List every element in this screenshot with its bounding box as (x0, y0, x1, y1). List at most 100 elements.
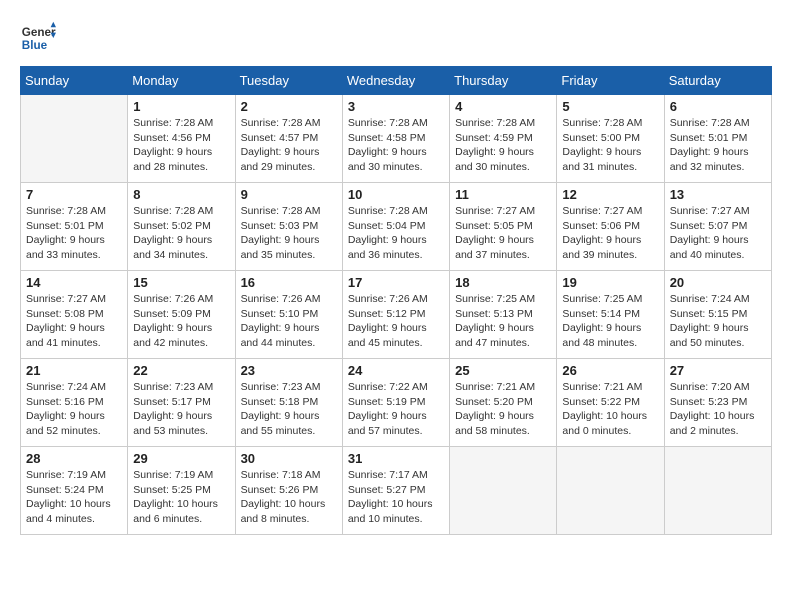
calendar-cell: 28 Sunrise: 7:19 AMSunset: 5:24 PMDayligh… (21, 447, 128, 535)
page-header: General Blue (20, 20, 772, 56)
calendar-cell: 18 Sunrise: 7:25 AMSunset: 5:13 PMDayligh… (450, 271, 557, 359)
logo: General Blue (20, 20, 56, 56)
calendar-cell: 21 Sunrise: 7:24 AMSunset: 5:16 PMDayligh… (21, 359, 128, 447)
day-info: Sunrise: 7:22 AMSunset: 5:19 PMDaylight:… (348, 380, 444, 439)
day-info: Sunrise: 7:19 AMSunset: 5:24 PMDaylight:… (26, 468, 122, 527)
day-info: Sunrise: 7:28 AMSunset: 4:58 PMDaylight:… (348, 116, 444, 175)
day-number: 2 (241, 99, 337, 114)
column-header-monday: Monday (128, 67, 235, 95)
calendar-cell: 2 Sunrise: 7:28 AMSunset: 4:57 PMDaylight… (235, 95, 342, 183)
calendar-cell: 25 Sunrise: 7:21 AMSunset: 5:20 PMDayligh… (450, 359, 557, 447)
day-number: 4 (455, 99, 551, 114)
day-number: 8 (133, 187, 229, 202)
day-info: Sunrise: 7:18 AMSunset: 5:26 PMDaylight:… (241, 468, 337, 527)
day-info: Sunrise: 7:27 AMSunset: 5:05 PMDaylight:… (455, 204, 551, 263)
day-info: Sunrise: 7:24 AMSunset: 5:15 PMDaylight:… (670, 292, 766, 351)
calendar-cell: 1 Sunrise: 7:28 AMSunset: 4:56 PMDaylight… (128, 95, 235, 183)
calendar-cell: 8 Sunrise: 7:28 AMSunset: 5:02 PMDaylight… (128, 183, 235, 271)
day-info: Sunrise: 7:28 AMSunset: 5:01 PMDaylight:… (26, 204, 122, 263)
calendar-week-1: 1 Sunrise: 7:28 AMSunset: 4:56 PMDaylight… (21, 95, 772, 183)
column-header-sunday: Sunday (21, 67, 128, 95)
day-number: 29 (133, 451, 229, 466)
column-header-wednesday: Wednesday (342, 67, 449, 95)
svg-text:Blue: Blue (22, 39, 48, 52)
calendar-cell: 7 Sunrise: 7:28 AMSunset: 5:01 PMDaylight… (21, 183, 128, 271)
day-number: 12 (562, 187, 658, 202)
day-info: Sunrise: 7:27 AMSunset: 5:08 PMDaylight:… (26, 292, 122, 351)
day-info: Sunrise: 7:28 AMSunset: 5:01 PMDaylight:… (670, 116, 766, 175)
day-number: 19 (562, 275, 658, 290)
day-number: 16 (241, 275, 337, 290)
calendar-cell: 14 Sunrise: 7:27 AMSunset: 5:08 PMDayligh… (21, 271, 128, 359)
calendar-week-5: 28 Sunrise: 7:19 AMSunset: 5:24 PMDayligh… (21, 447, 772, 535)
day-info: Sunrise: 7:28 AMSunset: 5:03 PMDaylight:… (241, 204, 337, 263)
calendar-cell: 31Sunrise: 7:17 AMSunset: 5:27 PMDayligh… (342, 447, 449, 535)
day-info: Sunrise: 7:28 AMSunset: 5:02 PMDaylight:… (133, 204, 229, 263)
calendar-cell: 22 Sunrise: 7:23 AMSunset: 5:17 PMDayligh… (128, 359, 235, 447)
day-number: 7 (26, 187, 122, 202)
calendar-cell: 23 Sunrise: 7:23 AMSunset: 5:18 PMDayligh… (235, 359, 342, 447)
day-number: 30 (241, 451, 337, 466)
day-number: 13 (670, 187, 766, 202)
day-number: 21 (26, 363, 122, 378)
calendar-cell: 12 Sunrise: 7:27 AMSunset: 5:06 PMDayligh… (557, 183, 664, 271)
calendar-cell (450, 447, 557, 535)
calendar-table: SundayMondayTuesdayWednesdayThursdayFrid… (20, 66, 772, 535)
day-number: 28 (26, 451, 122, 466)
day-info: Sunrise: 7:21 AMSunset: 5:22 PMDaylight:… (562, 380, 658, 439)
day-info: Sunrise: 7:26 AMSunset: 5:10 PMDaylight:… (241, 292, 337, 351)
day-info: Sunrise: 7:17 AMSunset: 5:27 PMDaylight:… (348, 468, 444, 527)
day-info: Sunrise: 7:19 AMSunset: 5:25 PMDaylight:… (133, 468, 229, 527)
column-header-saturday: Saturday (664, 67, 771, 95)
day-info: Sunrise: 7:25 AMSunset: 5:14 PMDaylight:… (562, 292, 658, 351)
day-number: 3 (348, 99, 444, 114)
day-info: Sunrise: 7:23 AMSunset: 5:18 PMDaylight:… (241, 380, 337, 439)
day-number: 15 (133, 275, 229, 290)
calendar-cell: 20 Sunrise: 7:24 AMSunset: 5:15 PMDayligh… (664, 271, 771, 359)
day-info: Sunrise: 7:27 AMSunset: 5:06 PMDaylight:… (562, 204, 658, 263)
column-header-thursday: Thursday (450, 67, 557, 95)
calendar-cell: 13Sunrise: 7:27 AMSunset: 5:07 PMDayligh… (664, 183, 771, 271)
calendar-week-2: 7 Sunrise: 7:28 AMSunset: 5:01 PMDaylight… (21, 183, 772, 271)
day-number: 26 (562, 363, 658, 378)
logo-icon: General Blue (20, 20, 56, 56)
day-number: 22 (133, 363, 229, 378)
calendar-cell: 9Sunrise: 7:28 AMSunset: 5:03 PMDaylight… (235, 183, 342, 271)
calendar-cell: 17 Sunrise: 7:26 AMSunset: 5:12 PMDayligh… (342, 271, 449, 359)
day-info: Sunrise: 7:21 AMSunset: 5:20 PMDaylight:… (455, 380, 551, 439)
day-info: Sunrise: 7:24 AMSunset: 5:16 PMDaylight:… (26, 380, 122, 439)
day-info: Sunrise: 7:28 AMSunset: 4:56 PMDaylight:… (133, 116, 229, 175)
column-header-friday: Friday (557, 67, 664, 95)
day-info: Sunrise: 7:20 AMSunset: 5:23 PMDaylight:… (670, 380, 766, 439)
day-number: 6 (670, 99, 766, 114)
calendar-cell: 30 Sunrise: 7:18 AMSunset: 5:26 PMDayligh… (235, 447, 342, 535)
calendar-cell: 19 Sunrise: 7:25 AMSunset: 5:14 PMDayligh… (557, 271, 664, 359)
calendar-cell: 15Sunrise: 7:26 AMSunset: 5:09 PMDayligh… (128, 271, 235, 359)
day-info: Sunrise: 7:28 AMSunset: 4:57 PMDaylight:… (241, 116, 337, 175)
day-number: 18 (455, 275, 551, 290)
calendar-cell: 6 Sunrise: 7:28 AMSunset: 5:01 PMDaylight… (664, 95, 771, 183)
day-number: 24 (348, 363, 444, 378)
calendar-cell: 27 Sunrise: 7:20 AMSunset: 5:23 PMDayligh… (664, 359, 771, 447)
day-number: 27 (670, 363, 766, 378)
day-info: Sunrise: 7:25 AMSunset: 5:13 PMDaylight:… (455, 292, 551, 351)
calendar-cell (557, 447, 664, 535)
day-info: Sunrise: 7:23 AMSunset: 5:17 PMDaylight:… (133, 380, 229, 439)
day-info: Sunrise: 7:26 AMSunset: 5:12 PMDaylight:… (348, 292, 444, 351)
column-header-tuesday: Tuesday (235, 67, 342, 95)
calendar-cell: 10Sunrise: 7:28 AMSunset: 5:04 PMDayligh… (342, 183, 449, 271)
day-number: 23 (241, 363, 337, 378)
calendar-cell: 29 Sunrise: 7:19 AMSunset: 5:25 PMDayligh… (128, 447, 235, 535)
calendar-cell (664, 447, 771, 535)
calendar-week-4: 21 Sunrise: 7:24 AMSunset: 5:16 PMDayligh… (21, 359, 772, 447)
calendar-cell: 16 Sunrise: 7:26 AMSunset: 5:10 PMDayligh… (235, 271, 342, 359)
calendar-cell (21, 95, 128, 183)
day-number: 17 (348, 275, 444, 290)
day-number: 5 (562, 99, 658, 114)
day-number: 11 (455, 187, 551, 202)
day-number: 20 (670, 275, 766, 290)
calendar-cell: 4Sunrise: 7:28 AMSunset: 4:59 PMDaylight… (450, 95, 557, 183)
day-number: 1 (133, 99, 229, 114)
day-number: 25 (455, 363, 551, 378)
day-number: 14 (26, 275, 122, 290)
